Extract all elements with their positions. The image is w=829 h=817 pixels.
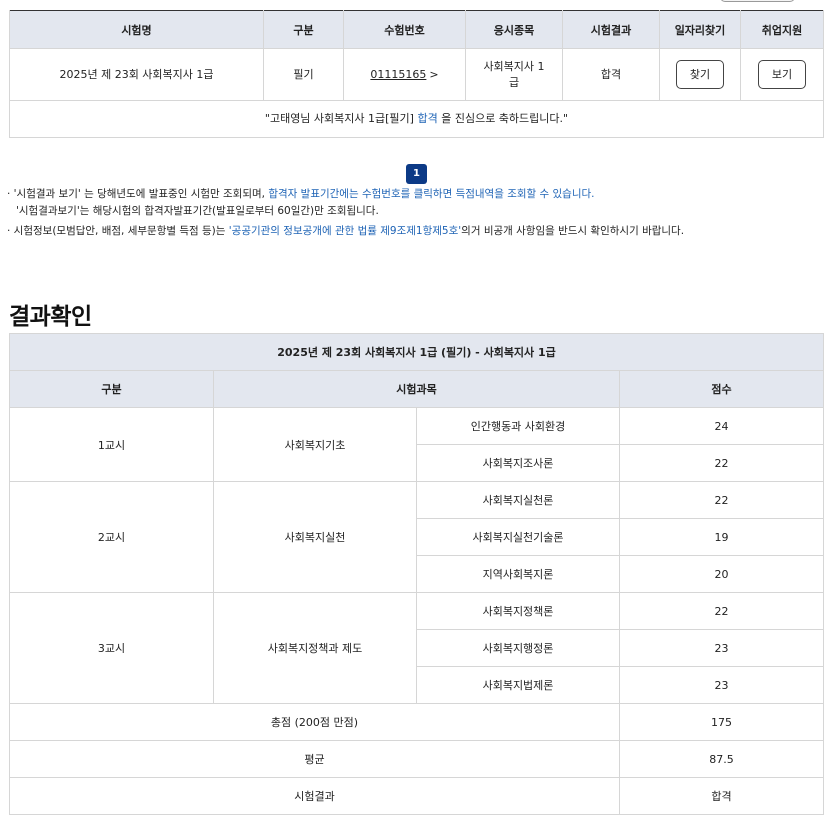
score-caption-row: 2025년 제 23회 사회복지사 1급 (필기) - 사회복지사 1급 xyxy=(8,333,825,371)
chevron-right-icon: > xyxy=(429,67,439,81)
total-row: 총점 (200점 만점) 175 xyxy=(9,703,825,741)
col-header-employment-support: 취업지원 xyxy=(740,10,824,49)
subject-cell: 사회복지법제론 xyxy=(416,666,620,704)
total-label: 총점 (200점 만점) xyxy=(9,703,620,741)
score-cell: 22 xyxy=(618,481,825,519)
col-header-exam-subject: 시험과목 xyxy=(213,370,620,408)
notice-list: · '시험결과 보기' 는 당해년도에 발표중인 시험만 조회되며, 합격자 발… xyxy=(7,186,684,240)
employment-support-button[interactable]: 보기 xyxy=(758,60,806,89)
col-header-period: 구분 xyxy=(9,370,214,408)
partial-button-top[interactable] xyxy=(720,0,795,2)
col-header-subject: 응시종목 xyxy=(465,10,563,49)
exam-result-table: 시험명 구분 수험번호 응시종목 시험결과 일자리찾기 취업지원 2025년 제… xyxy=(9,10,824,138)
congrats-text-pass: 합격 xyxy=(417,112,438,125)
reg-number-text: 01115165 xyxy=(370,67,427,81)
score-cell: 22 xyxy=(618,592,825,630)
col-header-reg-number: 수험번호 xyxy=(343,10,466,49)
subject-cell: 지역사회복지론 xyxy=(416,555,620,593)
period-cell: 2교시 xyxy=(9,481,214,593)
score-cell: 23 xyxy=(618,629,825,667)
table-header-row: 시험명 구분 수험번호 응시종목 시험결과 일자리찾기 취업지원 xyxy=(9,10,824,49)
reg-number-cell: 01115165 > xyxy=(343,48,466,101)
score-header-row: 구분 시험과목 점수 xyxy=(9,370,825,408)
col-header-category: 구분 xyxy=(263,10,344,49)
notice-item: · 시험정보(모범답안, 배점, 세부문항별 득점 등)는 '공공기관의 정보공… xyxy=(7,223,684,240)
col-header-exam-name: 시험명 xyxy=(9,10,264,49)
congrats-row: "고태영님 사회복지사 1급[필기] 합격 을 진심으로 축하드립니다." xyxy=(9,100,824,138)
score-cell: 19 xyxy=(618,518,825,556)
notice-item: '시험결과보기'는 해당시험의 합격자발표기간(발표일로부터 60일간)만 조회… xyxy=(16,205,379,217)
table-row: 1교시 사회복지기초 인간행동과 사회환경 24 xyxy=(9,407,825,482)
area-cell: 사회복지실천 xyxy=(213,481,417,593)
notice-item: · '시험결과 보기' 는 당해년도에 발표중인 시험만 조회되며, 합격자 발… xyxy=(7,186,684,203)
area-cell: 사회복지기초 xyxy=(213,407,417,482)
total-score: 175 xyxy=(618,703,825,741)
subject-cell: 사회복지정책론 xyxy=(416,592,620,630)
section-title: 결과확인 xyxy=(9,304,92,330)
exam-name-cell: 2025년 제 23회 사회복지사 1급 xyxy=(9,48,264,101)
final-result-row: 시험결과 합격 xyxy=(9,777,825,815)
final-result-label: 시험결과 xyxy=(9,777,620,815)
congrats-message: "고태영님 사회복지사 1급[필기] 합격 을 진심으로 축하드립니다." xyxy=(9,100,824,138)
notice-text: · 시험정보(모범답안, 배점, 세부문항별 득점 등)는 xyxy=(7,225,229,237)
period-cell: 1교시 xyxy=(9,407,214,482)
category-cell: 필기 xyxy=(263,48,344,101)
score-cell: 20 xyxy=(618,555,825,593)
job-search-button[interactable]: 찾기 xyxy=(676,60,724,89)
score-cell: 24 xyxy=(618,407,825,445)
table-row: 2교시 사회복지실천 사회복지실천론 22 xyxy=(9,481,825,593)
final-result-value: 합격 xyxy=(618,777,825,815)
average-score: 87.5 xyxy=(618,740,825,778)
score-cell: 23 xyxy=(618,666,825,704)
col-header-job-search: 일자리찾기 xyxy=(659,10,741,49)
congrats-text-post: 을 진심으로 축하드립니다." xyxy=(437,112,569,125)
job-search-cell: 찾기 xyxy=(659,48,741,101)
score-caption: 2025년 제 23회 사회복지사 1급 (필기) - 사회복지사 1급 xyxy=(8,333,825,371)
congrats-text-pre: "고태영님 사회복지사 1급[필기] xyxy=(264,112,418,125)
col-header-result: 시험결과 xyxy=(562,10,660,49)
col-header-score: 점수 xyxy=(618,370,825,408)
table-row: 2025년 제 23회 사회복지사 1급 필기 01115165 > 사회복지사 … xyxy=(9,48,824,101)
score-table: 2025년 제 23회 사회복지사 1급 (필기) - 사회복지사 1급 구분 … xyxy=(8,333,825,815)
area-cell: 사회복지정책과 제도 xyxy=(213,592,417,704)
pagination-page-1[interactable]: 1 xyxy=(406,164,427,184)
subject-cell: 사회복지행정론 xyxy=(416,629,620,667)
notice-text: 의거 비공개 사항임을 반드시 확인하시기 바랍니다. xyxy=(461,225,685,237)
subject-cell: 사회복지조사론 xyxy=(416,444,620,482)
table-row: 3교시 사회복지정책과 제도 사회복지정책론 22 xyxy=(9,592,825,704)
average-label: 평균 xyxy=(9,740,620,778)
score-cell: 22 xyxy=(618,444,825,482)
notice-highlight: '공공기관의 정보공개에 관한 법률 제9조제1항제5호' xyxy=(228,225,462,237)
subject-cell: 사회복지사 1급 xyxy=(465,48,563,101)
reg-number-link[interactable]: 01115165 xyxy=(370,68,426,81)
period-cell: 3교시 xyxy=(9,592,214,704)
notice-text: · '시험결과 보기' 는 당해년도에 발표중인 시험만 조회되며, xyxy=(7,188,269,200)
subject-cell: 인간행동과 사회환경 xyxy=(416,407,620,445)
subject-cell: 사회복지실천론 xyxy=(416,481,620,519)
notice-highlight: 합격자 발표기간에는 수험번호를 클릭하면 득점내역을 조회할 수 있습니다. xyxy=(268,188,595,200)
average-row: 평균 87.5 xyxy=(9,740,825,778)
subject-cell: 사회복지실천기술론 xyxy=(416,518,620,556)
employment-support-cell: 보기 xyxy=(740,48,824,101)
result-cell: 합격 xyxy=(562,48,660,101)
